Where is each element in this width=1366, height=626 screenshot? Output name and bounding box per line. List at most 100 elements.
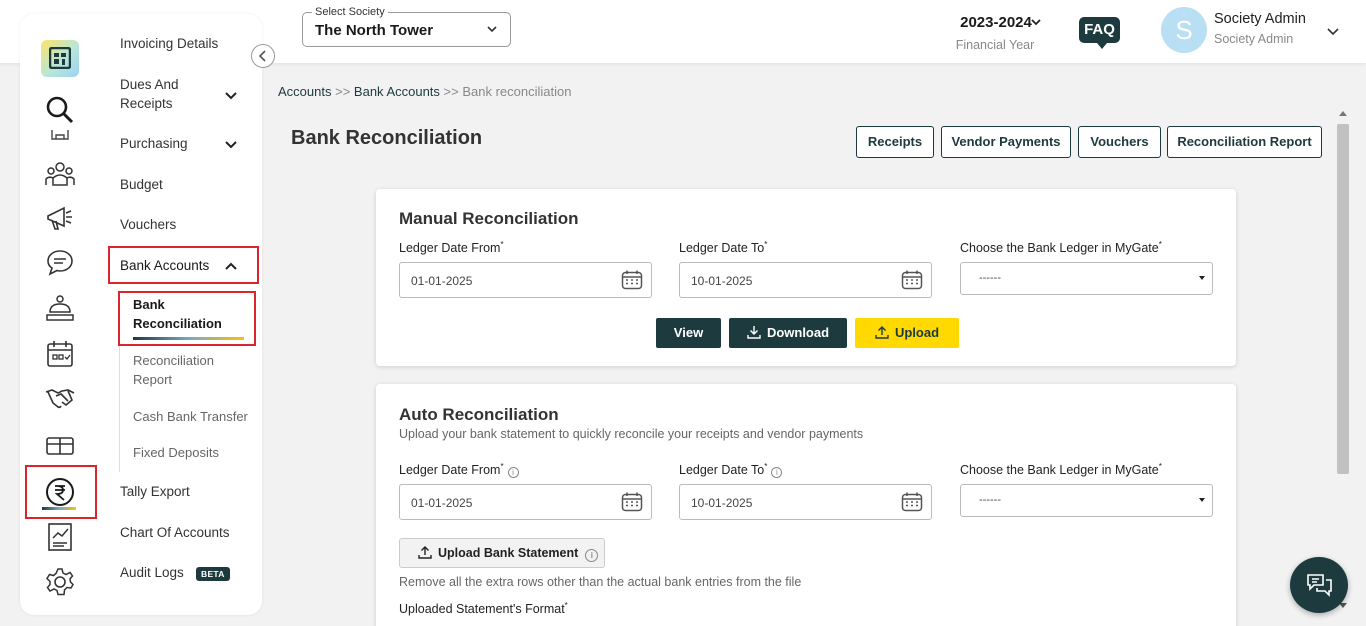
manual-bank-ledger-value: ------ xyxy=(979,272,1001,284)
download-button[interactable]: Download xyxy=(729,318,847,348)
caret-down-icon xyxy=(1199,498,1205,502)
submenu-bank-reconciliation-line2: Reconciliation xyxy=(133,316,222,331)
handshake-icon[interactable] xyxy=(44,382,76,414)
service-bell-icon[interactable] xyxy=(44,292,76,324)
menu-vouchers[interactable]: Vouchers xyxy=(120,215,176,234)
user-menu-chevron-icon[interactable] xyxy=(1326,24,1340,38)
view-button[interactable]: View xyxy=(656,318,721,348)
financial-year-select[interactable]: 2023-2024 Financial Year xyxy=(950,14,1042,52)
auto-ledger-date-from-value: 01-01-2025 xyxy=(411,496,473,510)
submenu-fixed-deposits[interactable]: Fixed Deposits xyxy=(133,443,219,462)
upload-button[interactable]: Upload xyxy=(855,318,959,348)
calendar-icon[interactable] xyxy=(621,269,643,291)
manual-bank-ledger-select[interactable]: ------ xyxy=(960,262,1213,295)
accounts-active-underline xyxy=(42,507,76,510)
info-icon[interactable]: i xyxy=(771,467,783,479)
auto-ledger-to-label: Ledger Date To*i xyxy=(679,462,783,479)
auto-ledger-date-from-input[interactable]: 01-01-2025 xyxy=(399,484,652,520)
info-icon[interactable]: i xyxy=(585,549,599,562)
calendar-icon[interactable] xyxy=(901,269,923,291)
calendar-icon[interactable] xyxy=(901,491,923,513)
menu-chart-of-accounts[interactable]: Chart Of Accounts xyxy=(120,523,230,542)
receipts-button[interactable]: Receipts xyxy=(856,126,934,158)
avatar[interactable]: S xyxy=(1161,7,1207,53)
auto-reconciliation-subtitle: Upload your bank statement to quickly re… xyxy=(399,427,864,441)
submenu-cash-bank-transfer[interactable]: Cash Bank Transfer xyxy=(133,407,248,426)
manual-ledger-to-label-text: Ledger Date To xyxy=(679,241,765,256)
upload-button-label: Upload xyxy=(894,325,940,340)
manual-ledger-date-to-input[interactable]: 10-01-2025 xyxy=(679,262,932,298)
menu-audit-logs[interactable]: Audit Logs xyxy=(120,563,184,582)
chat-support-button[interactable] xyxy=(1290,557,1348,613)
auto-ledger-from-label: Ledger Date From*i xyxy=(399,462,519,479)
auto-bank-ledger-value: ------ xyxy=(979,494,1001,506)
download-button-label: Download xyxy=(766,325,830,340)
gift-box-icon[interactable] xyxy=(44,428,76,460)
breadcrumb-separator: >> xyxy=(335,84,351,99)
auto-bank-ledger-label-text: Choose the Bank Ledger in MyGate xyxy=(960,463,1159,478)
submenu-reconciliation-report[interactable]: Reconciliation Report xyxy=(133,351,214,389)
required-mark: * xyxy=(500,462,504,471)
rupee-icon[interactable] xyxy=(44,476,76,508)
required-mark: * xyxy=(500,240,504,249)
menu-tally-export[interactable]: Tally Export xyxy=(120,482,190,501)
society-select[interactable]: Select Society The North Tower xyxy=(302,6,511,47)
menu-dues-and-receipts[interactable]: Dues And Receipts xyxy=(120,75,220,113)
vendor-payments-button[interactable]: Vendor Payments xyxy=(941,126,1071,158)
people-icon[interactable] xyxy=(44,158,76,190)
caret-down-icon xyxy=(1199,276,1205,280)
breadcrumb: Accounts >> Bank Accounts >> Bank reconc… xyxy=(278,84,571,99)
chevron-down-icon[interactable] xyxy=(224,137,238,151)
financial-year-caption: Financial Year xyxy=(955,38,1035,52)
calendar-icon[interactable] xyxy=(621,491,643,513)
reconciliation-report-button[interactable]: Reconciliation Report xyxy=(1167,126,1322,158)
menu-purchasing[interactable]: Purchasing xyxy=(120,134,188,153)
app-logo[interactable] xyxy=(41,40,79,77)
manual-ledger-from-label: Ledger Date From* xyxy=(399,240,504,255)
menu-bank-accounts[interactable]: Bank Accounts xyxy=(120,256,209,275)
chevron-down-icon[interactable] xyxy=(224,88,238,102)
submenu-active-underline xyxy=(133,337,244,340)
breadcrumb-accounts[interactable]: Accounts xyxy=(278,84,331,99)
upload-icon xyxy=(418,546,432,559)
manual-ledger-date-from-input[interactable]: 01-01-2025 xyxy=(399,262,652,298)
submenu-bank-reconciliation[interactable]: Bank Reconciliation xyxy=(133,295,222,333)
manual-ledger-date-from-value: 01-01-2025 xyxy=(411,274,473,288)
upload-bank-statement-button[interactable]: Upload Bank Statement i xyxy=(399,538,605,568)
uploaded-statement-format-label-text: Uploaded Statement's Format xyxy=(399,602,565,617)
calendar-icon[interactable] xyxy=(44,338,76,370)
chevron-up-icon[interactable] xyxy=(224,259,238,273)
breadcrumb-current: Bank reconciliation xyxy=(462,84,572,99)
mygate-logo-icon xyxy=(49,47,71,69)
scrollbar-thumb[interactable] xyxy=(1337,124,1349,474)
settings-gear-icon[interactable] xyxy=(44,566,76,598)
auto-ledger-date-to-input[interactable]: 10-01-2025 xyxy=(679,484,932,520)
upload-bank-statement-label: Upload Bank Statement xyxy=(438,546,579,560)
manual-bank-ledger-label-text: Choose the Bank Ledger in MyGate xyxy=(960,241,1159,256)
vouchers-button[interactable]: Vouchers xyxy=(1078,126,1161,158)
search-icon[interactable] xyxy=(44,94,76,126)
megaphone-icon[interactable] xyxy=(44,202,76,234)
building-icon[interactable] xyxy=(44,128,76,142)
submenu-reconciliation-report-line2: Report xyxy=(133,372,173,387)
auto-ledger-to-label-text: Ledger Date To xyxy=(679,463,765,478)
auto-bank-ledger-select[interactable]: ------ xyxy=(960,484,1213,517)
beta-badge: BETA xyxy=(196,567,230,581)
chevron-down-icon xyxy=(487,26,497,33)
faq-button[interactable]: FAQ xyxy=(1079,17,1120,49)
menu-budget[interactable]: Budget xyxy=(120,175,163,194)
chevron-left-icon xyxy=(258,50,266,62)
breadcrumb-bank-accounts[interactable]: Bank Accounts xyxy=(354,84,440,99)
user-role: Society Admin xyxy=(1214,32,1294,46)
info-icon[interactable]: i xyxy=(507,467,519,479)
auto-reconciliation-card: Auto Reconciliation Upload your bank sta… xyxy=(376,384,1236,626)
sidebar-collapse-button[interactable] xyxy=(251,44,275,68)
auto-ledger-date-to-value: 10-01-2025 xyxy=(691,496,753,510)
scroll-up-arrow-icon[interactable] xyxy=(1339,111,1347,116)
report-chart-icon[interactable] xyxy=(44,521,76,553)
menu-invoicing-details[interactable]: Invoicing Details xyxy=(120,34,218,53)
required-mark: * xyxy=(764,462,768,471)
required-mark: * xyxy=(764,240,768,249)
chat-bubble-icon[interactable] xyxy=(44,247,76,279)
user-name: Society Admin xyxy=(1214,11,1306,27)
